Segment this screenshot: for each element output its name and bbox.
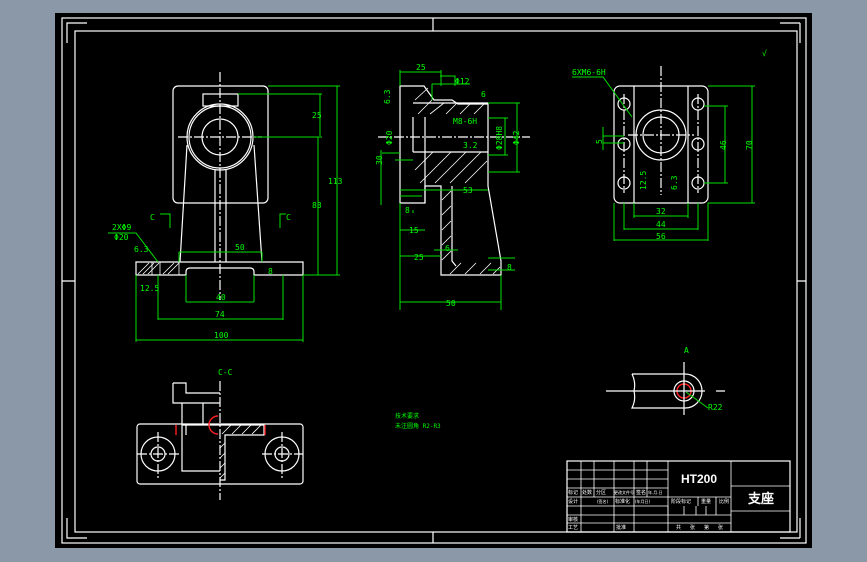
front-roughness-2: 12.5	[140, 284, 159, 293]
notes-title: 技术要求	[395, 412, 419, 420]
front-dim-83: 83	[312, 201, 322, 210]
top-roughness-1: 12.5	[639, 171, 648, 190]
front-dim-8: 8	[268, 267, 273, 276]
tb-sign-date: (年月日)	[635, 498, 651, 504]
detail-a-radius: R22	[708, 403, 723, 412]
side-dim-53: 53	[463, 186, 473, 195]
side-dim-8-right: 8	[507, 263, 512, 272]
tb-header-4: 签名	[636, 489, 646, 496]
tb-header-1: 处数	[582, 489, 592, 496]
general-roughness: √	[762, 49, 767, 58]
tb-sheets-3: 张	[718, 524, 723, 531]
hole-note-top: 2XΦ9	[112, 223, 131, 232]
front-dim-25: 25	[312, 111, 322, 120]
title-material: HT200	[681, 472, 717, 486]
hole-note-bottom: Φ20	[114, 233, 129, 242]
front-dim-74: 74	[215, 310, 225, 319]
front-dim-100: 100	[214, 331, 229, 340]
side-dim-25b: 25	[414, 253, 424, 262]
side-dim-6: 6	[445, 244, 450, 253]
side-roughness-32: 3.2	[463, 141, 478, 150]
tb-review: 审核	[568, 516, 578, 523]
tb-header-5: 年.月.日	[648, 489, 663, 495]
tb-weight: 重量	[701, 498, 711, 505]
tb-stage: 阶段标记	[671, 498, 691, 505]
top-dim-5: 5	[595, 139, 604, 144]
cad-drawing: 25 83 113 50 40 74 100 8 C C 2XΦ9 Φ20 6.…	[55, 13, 812, 548]
front-dim-50: 50	[235, 243, 245, 252]
side-dim-30: 30	[375, 155, 384, 165]
side-dim-8: 8	[405, 206, 410, 215]
tb-scale: 比例	[719, 498, 729, 505]
top-dim-46: 46	[719, 140, 728, 150]
side-dim-42: Φ42	[512, 130, 521, 145]
tb-design: 设计	[568, 498, 578, 505]
section-mark-right: C	[286, 213, 291, 222]
tb-process: 工艺	[568, 525, 578, 531]
front-dim-113: 113	[328, 177, 343, 186]
tb-approve: 批准	[616, 524, 626, 531]
tb-sheets-0: 共	[676, 524, 681, 531]
title-part-name: 支座	[747, 491, 774, 506]
side-dim-50: 50	[446, 299, 456, 308]
tb-header-0: 标记	[568, 489, 578, 496]
top-roughness-2: 6.3	[670, 175, 679, 190]
tb-header-2: 分区	[596, 489, 606, 496]
side-thread: M8-6H	[453, 117, 477, 126]
tb-sheets-1: 张	[690, 524, 695, 531]
section-cc-label: C-C	[218, 368, 233, 377]
front-dim-40: 40	[216, 293, 226, 302]
notes-line1: 未注圆角 R2-R3	[395, 422, 441, 430]
front-roughness-1: 6.3	[134, 245, 149, 254]
side-dim-15: 15	[409, 226, 419, 235]
side-dim-20: Φ20	[385, 130, 394, 145]
side-roughness-63: 6.3	[383, 89, 392, 104]
detail-a-label: A	[684, 346, 689, 355]
side-dim-6-top: 6	[481, 90, 486, 99]
top-dim-56: 56	[656, 232, 666, 241]
section-mark-left: C	[150, 213, 155, 222]
tb-sheets-2: 第	[704, 524, 709, 531]
top-thread-note: 6XM6-6H	[572, 68, 606, 77]
tb-sign: (签名)	[597, 498, 609, 504]
top-dim-44: 44	[656, 220, 666, 229]
top-dim-32: 32	[656, 207, 666, 216]
side-dim-12: Φ12	[455, 77, 470, 86]
side-dim-28h8: Φ28H8	[495, 126, 504, 150]
tb-standard: 标准化	[615, 498, 630, 505]
top-dim-70: 70	[745, 140, 754, 150]
tb-header-3: 更改文件号	[614, 489, 634, 495]
side-dim-25: 25	[416, 63, 426, 72]
